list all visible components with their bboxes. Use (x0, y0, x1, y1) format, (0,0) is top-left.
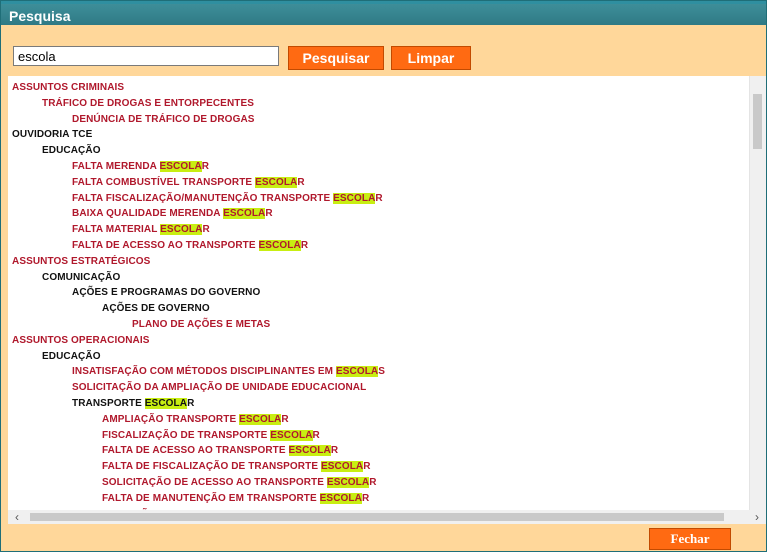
clear-button[interactable]: Limpar (391, 46, 471, 70)
dialog-title: Pesquisa (1, 1, 766, 25)
search-match-highlight: ESCOLA (270, 429, 313, 441)
tree-item-label: PLANO DE AÇÕES E METAS (132, 318, 271, 330)
tree-item[interactable]: SOLICITAÇÃO DE ACESSO AO TRANSPORTE ESCO… (12, 475, 752, 491)
tree-item-label: BAIXA QUALIDADE MERENDA (72, 208, 224, 220)
vertical-scrollbar[interactable] (749, 76, 766, 510)
horizontal-scroll-thumb[interactable] (30, 513, 724, 521)
search-match-highlight: ESCOLA (160, 224, 203, 236)
tree-item-label: EDUCAÇÃO (42, 145, 101, 157)
search-match-highlight: ESCOLA (319, 492, 362, 504)
tree-item-label: TRÁFICO DE DROGAS E ENTORPECENTES (42, 97, 255, 109)
tree-item[interactable]: PLANO DE AÇÕES E METAS (12, 317, 752, 333)
tree-item-label: ASSUNTOS ESTRATÉGICOS (12, 255, 151, 267)
tree-item-label-suffix: R (312, 429, 320, 441)
tree-item-label: SOLICITAÇÃO DE ACESSO AO TRANSPORTE (102, 476, 327, 488)
tree-item[interactable]: ASSUNTOS OPERACIONAIS (12, 333, 752, 349)
tree-item-label-suffix: R (330, 445, 339, 457)
tree-item[interactable]: FALTA MATERIAL ESCOLAR (12, 222, 752, 238)
results-tree: ASSUNTOS CRIMINAIS TRÁFICO DE DROGAS E EN… (12, 80, 752, 510)
tree-item-label-suffix: R (361, 492, 370, 504)
dialog-footer: Fechar (1, 524, 766, 551)
tree-item-label-suffix: R (363, 461, 371, 473)
close-button[interactable]: Fechar (649, 528, 731, 550)
tree-item-label: ASSUNTOS CRIMINAIS (12, 82, 125, 93)
search-button[interactable]: Pesquisar (288, 46, 384, 70)
tree-item-label-suffix: R (297, 176, 305, 188)
tree-item-label: TRANSPORTE (72, 397, 145, 409)
tree-item[interactable]: FALTA DE ACESSO AO TRANSPORTE ESCOLAR (12, 238, 752, 254)
search-match-highlight: ESCOLA (288, 445, 331, 457)
tree-item[interactable]: INSATISFAÇÃO COM MÉTODOS DISCIPLINANTES … (12, 364, 752, 380)
tree-item-label: FALTA MATERIAL (72, 224, 161, 236)
search-match-highlight: ESCOLA (239, 413, 282, 425)
tree-item-label: SOLICITAÇÃO DA AMPLIAÇÃO DE UNIDADE EDUC… (72, 382, 367, 394)
tree-item-label-suffix: R (369, 476, 377, 488)
tree-item-label: INSATISFAÇÃO COM MÉTODOS DISCIPLINANTES … (72, 366, 336, 378)
tree-item-label-suffix: R (281, 413, 289, 425)
tree-item[interactable]: TRANSPORTE ESCOLAR (12, 396, 752, 412)
tree-item-label: FALTA DE ACESSO AO TRANSPORTE (72, 239, 259, 251)
tree-item-label: FALTA MERENDA (72, 160, 160, 172)
tree-item-label: FISCALIZAÇÃO DE TRANSPORTE (102, 429, 271, 441)
tree-item[interactable]: SOLICITAÇÃO DA AMPLIAÇÃO DE UNIDADE EDUC… (12, 380, 752, 396)
tree-item[interactable]: EDUCAÇÃO (12, 143, 752, 159)
tree-item-label: FALTA FISCALIZAÇÃO/MANUTENÇÃO TRANSPORTE (72, 192, 334, 204)
tree-item-label-suffix: R (375, 192, 383, 204)
tree-item[interactable]: BAIXA QUALIDADE MERENDA ESCOLAR (12, 206, 752, 222)
tree-item-label-suffix: R (187, 397, 195, 409)
tree-item[interactable]: FALTA FISCALIZAÇÃO/MANUTENÇÃO TRANSPORTE… (12, 191, 752, 207)
tree-item-label: FALTA COMBUSTÍVEL TRANSPORTE (72, 176, 256, 188)
tree-item[interactable]: FALTA DE MANUTENÇÃO EM TRANSPORTE ESCOLA… (12, 491, 752, 507)
tree-item-label: ASSUNTOS OPERACIONAIS (12, 334, 150, 346)
tree-item[interactable]: OUVIDORIA TCE (12, 127, 752, 143)
tree-item-label-suffix: R (265, 208, 273, 220)
tree-item[interactable]: FALTA DE FISCALIZAÇÃO DE TRANSPORTE ESCO… (12, 459, 752, 475)
tree-item[interactable]: FALTA DE ACESSO AO TRANSPORTE ESCOLAR (12, 443, 752, 459)
tree-item-label-suffix: R (202, 224, 210, 236)
tree-item[interactable]: AÇÕES DE GOVERNO (12, 301, 752, 317)
vertical-scroll-thumb[interactable] (753, 94, 762, 149)
results-panel: ASSUNTOS CRIMINAIS TRÁFICO DE DROGAS E EN… (8, 76, 766, 510)
search-match-highlight: ESCOLA (335, 366, 379, 378)
scroll-right-icon[interactable]: › (750, 510, 764, 524)
tree-item[interactable]: COMUNICAÇÃO (12, 270, 752, 286)
tree-item-label-suffix: R (201, 160, 210, 172)
tree-item[interactable]: ASSUNTOS CRIMINAIS (12, 80, 752, 96)
tree-item-label-suffix: S (378, 366, 386, 378)
search-match-highlight: ESCOLA (320, 461, 364, 473)
search-match-highlight: ESCOLA (144, 397, 188, 409)
tree-item[interactable]: AMPLIAÇÃO TRANSPORTE ESCOLAR (12, 412, 752, 428)
tree-item[interactable]: ASSUNTOS ESTRATÉGICOS (12, 254, 752, 270)
horizontal-scrollbar[interactable]: ‹ › (8, 510, 766, 524)
tree-item-label: AÇÕES DE GOVERNO (102, 303, 210, 315)
tree-item[interactable]: EDUCAÇÃO (12, 349, 752, 365)
tree-item-label: AÇÕES E PROGRAMAS DO GOVERNO (72, 287, 261, 299)
tree-item[interactable]: FISCALIZAÇÃO DE TRANSPORTE ESCOLAR (12, 428, 752, 444)
search-match-highlight: ESCOLA (223, 208, 266, 220)
search-dialog: Pesquisa Pesquisar Limpar ASSUNTOS CRIMI… (0, 0, 767, 552)
search-match-highlight: ESCOLA (333, 192, 376, 204)
search-match-highlight: ESCOLA (159, 160, 202, 172)
tree-item[interactable]: AÇÕES E PROGRAMAS DO GOVERNO (12, 285, 752, 301)
tree-item[interactable]: TRÁFICO DE DROGAS E ENTORPECENTES (12, 96, 752, 112)
search-input[interactable] (13, 46, 279, 66)
search-match-highlight: ESCOLA (255, 176, 298, 188)
tree-item-label: EDUCAÇÃO (42, 350, 101, 362)
tree-item[interactable]: FALTA MERENDA ESCOLAR (12, 159, 752, 175)
tree-item[interactable]: DENÚNCIA DE TRÁFICO DE DROGAS (12, 112, 752, 128)
tree-item-label: FALTA DE MANUTENÇÃO EM TRANSPORTE (102, 492, 320, 504)
tree-item-label: FALTA DE FISCALIZAÇÃO DE TRANSPORTE (102, 461, 321, 473)
search-match-highlight: ESCOLA (326, 476, 370, 488)
tree-item[interactable]: FALTA COMBUSTÍVEL TRANSPORTE ESCOLAR (12, 175, 752, 191)
tree-item-label: AMPLIAÇÃO TRANSPORTE (102, 413, 240, 425)
tree-item-label: COMUNICAÇÃO (42, 271, 121, 283)
scroll-left-icon[interactable]: ‹ (10, 510, 24, 524)
search-match-highlight: ESCOLA (258, 239, 301, 251)
tree-item-label: OUVIDORIA TCE (12, 129, 93, 141)
tree-item-label: DENÚNCIA DE TRÁFICO DE DROGAS (72, 113, 255, 125)
tree-item-label-suffix: R (300, 239, 309, 251)
tree-item-label: FALTA DE ACESSO AO TRANSPORTE (102, 445, 289, 457)
